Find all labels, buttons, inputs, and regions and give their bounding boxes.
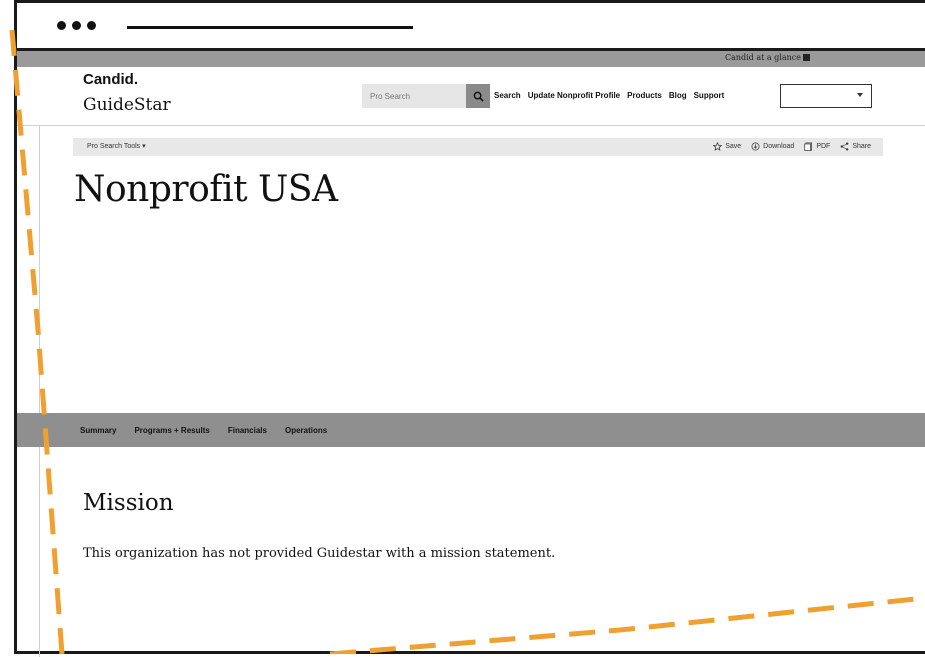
nav-blog[interactable]: Blog [669, 91, 687, 100]
pro-search-tools-label: Pro Search Tools [87, 143, 141, 150]
site-header: Candid. GuideStar Search Update Nonprofi… [17, 67, 925, 126]
nav-support[interactable]: Support [694, 91, 725, 100]
tab-summary[interactable]: Summary [80, 426, 116, 435]
brand-guidestar-logo[interactable]: GuideStar [83, 95, 171, 115]
download-label: Download [763, 143, 795, 150]
utility-strip: Candid at a glance [17, 51, 925, 67]
magnifier-icon [473, 91, 484, 102]
share-label: Share [852, 143, 871, 150]
profile-tab-bar: Summary Programs + Results Financials Op… [17, 413, 925, 447]
window-dot[interactable] [57, 21, 66, 30]
nav-update-profile[interactable]: Update Nonprofit Profile [528, 91, 620, 100]
window-dot[interactable] [72, 21, 81, 30]
pro-search-tools-dropdown[interactable]: Pro Search Tools ▾ [87, 142, 146, 150]
brand-candid-logo[interactable]: Candid. [83, 71, 138, 88]
pdf-label: PDF [816, 143, 831, 150]
glance-icon [803, 54, 810, 61]
star-icon [713, 142, 723, 151]
mission-heading: Mission [83, 490, 174, 516]
browser-window: Candid at a glance Candid. GuideStar Sea… [14, 0, 925, 657]
profile-tabs: Summary Programs + Results Financials Op… [80, 426, 327, 435]
share-icon [840, 142, 849, 151]
chevron-down-icon [857, 93, 863, 97]
candid-at-a-glance-link[interactable]: Candid at a glance [725, 53, 810, 62]
nav-products[interactable]: Products [627, 91, 662, 100]
left-rail-divider [39, 125, 40, 657]
organization-name: Nonprofit USA [74, 169, 338, 210]
search-button[interactable] [466, 84, 490, 108]
download-icon [751, 142, 760, 151]
pdf-button[interactable]: PDF [804, 142, 830, 151]
download-button[interactable]: Download [751, 142, 794, 151]
tab-financials[interactable]: Financials [228, 426, 267, 435]
window-dot[interactable] [87, 21, 96, 30]
tab-programs-results[interactable]: Programs + Results [134, 426, 209, 435]
nav-search[interactable]: Search [494, 91, 521, 100]
profile-tools-bar: Pro Search Tools ▾ Save Download PDF Sha… [73, 138, 883, 156]
chevron-down-icon: ▾ [142, 143, 146, 150]
glance-label: Candid at a glance [724, 53, 801, 62]
profile-actions: Save Download PDF Share [713, 142, 871, 151]
window-controls [57, 21, 96, 30]
header-select[interactable] [780, 84, 872, 108]
mission-statement: This organization has not provided Guide… [83, 546, 556, 561]
pro-search-input[interactable] [362, 84, 466, 108]
tab-operations[interactable]: Operations [285, 426, 327, 435]
main-nav: Search Update Nonprofit Profile Products… [494, 91, 724, 100]
browser-chrome [17, 3, 925, 51]
address-bar[interactable] [127, 26, 413, 29]
share-button[interactable]: Share [840, 142, 871, 151]
save-button[interactable]: Save [713, 142, 741, 151]
save-label: Save [725, 143, 742, 150]
pdf-icon [804, 142, 813, 151]
